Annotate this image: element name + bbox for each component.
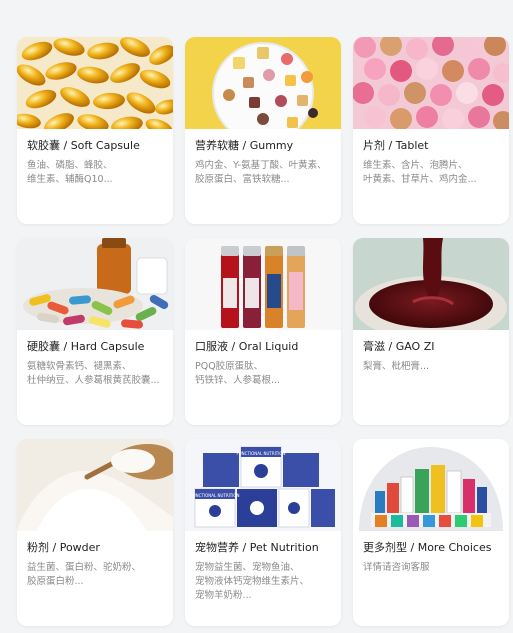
pet-nutrition-image: FUNCTIONAL NUTRITION FUNCTIONAL NUTRITIO… (185, 439, 341, 531)
card-description: 鱼油、磷脂、蜂胶、 维生素、辅酶Q10... (27, 160, 113, 185)
product-card-tablet[interactable]: 片剂 / Tablet 维生素、含片、泡腾片、 叶黄素、甘草片、鸡内金... (353, 37, 509, 224)
svg-text:FUNCTIONAL NUTRITION: FUNCTIONAL NUTRITION (190, 493, 239, 498)
more-choices-image (353, 439, 509, 531)
gao-zi-image (353, 238, 509, 330)
card-title: 软胶囊 / Soft Capsule (27, 139, 140, 152)
card-title: 硬胶囊 / Hard Capsule (27, 340, 145, 353)
card-title: 片剂 / Tablet (363, 139, 429, 152)
card-title: 口服液 / Oral Liquid (195, 340, 299, 353)
product-card-hard-capsule[interactable]: 硬胶囊 / Hard Capsule 氨糖软骨素钙、褪黑素、 杜仲纳豆、人参葛根黄… (17, 238, 173, 425)
card-description: 益生菌、蛋白粉、驼奶粉、 胶原蛋白粉... (27, 562, 142, 587)
card-title: 营养软糖 / Gummy (195, 139, 294, 152)
product-card-oral-liquid[interactable]: 口服液 / Oral Liquid PQQ胶原蛋肽、 钙铁锌、人参葛根... (185, 238, 341, 425)
card-description: 梨膏、枇杷膏... (363, 361, 430, 372)
oral-liquid-image (185, 238, 341, 330)
product-card-pet-nutrition[interactable]: FUNCTIONAL NUTRITION FUNCTIONAL NUTRITIO… (185, 439, 341, 626)
card-title: 宠物营养 / Pet Nutrition (195, 541, 319, 554)
card-title: 粉剂 / Powder (27, 541, 100, 554)
svg-text:FUNCTIONAL NUTRITION: FUNCTIONAL NUTRITION (236, 451, 285, 456)
product-card-powder[interactable]: 粉剂 / Powder 益生菌、蛋白粉、驼奶粉、 胶原蛋白粉... (17, 439, 173, 626)
tablet-image (353, 37, 509, 129)
card-description: 详情请咨询客服 (363, 562, 430, 573)
card-description: 维生素、含片、泡腾片、 叶黄素、甘草片、鸡内金... (363, 160, 477, 185)
card-description: 宠物益生菌、宠物鱼油、 宠物液体钙宠物维生素片、 宠物羊奶粉... (195, 562, 310, 601)
soft-capsule-image (17, 37, 173, 129)
hard-capsule-image (17, 238, 173, 330)
product-grid: 软胶囊 / Soft Capsule 鱼油、磷脂、蜂胶、 维生素、辅酶Q10... (17, 37, 509, 626)
card-description: 氨糖软骨素钙、褪黑素、 杜仲纳豆、人参葛根黄芪胶囊... (27, 361, 160, 386)
product-card-soft-capsule[interactable]: 软胶囊 / Soft Capsule 鱼油、磷脂、蜂胶、 维生素、辅酶Q10... (17, 37, 173, 224)
card-description: 鸡内金、Y-氨基丁酸、叶黄素、 胶原蛋白、富铁软糖... (195, 160, 327, 185)
card-description: PQQ胶原蛋肽、 钙铁锌、人参葛根... (195, 361, 281, 386)
product-card-gummy[interactable]: 营养软糖 / Gummy 鸡内金、Y-氨基丁酸、叶黄素、 胶原蛋白、富铁软糖... (185, 37, 341, 224)
product-card-more-choices[interactable]: 更多剂型 / More Choices 详情请咨询客服 (353, 439, 509, 626)
card-title: 更多剂型 / More Choices (363, 541, 492, 554)
gummy-image (185, 37, 341, 129)
card-title: 膏滋 / GAO ZI (363, 340, 435, 353)
powder-image (17, 439, 173, 531)
product-card-gao-zi[interactable]: 膏滋 / GAO ZI 梨膏、枇杷膏... (353, 238, 509, 425)
